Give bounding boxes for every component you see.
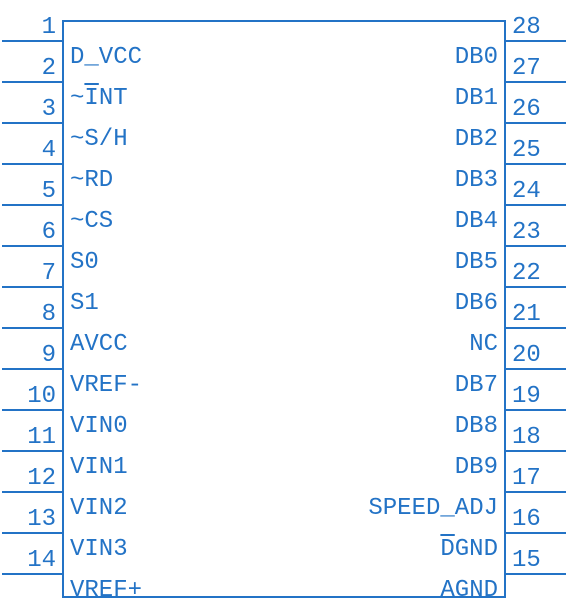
pin-label-24: DB4 <box>455 208 498 235</box>
pin-number-12: 12 <box>0 465 56 492</box>
pin-number-11: 11 <box>0 424 56 451</box>
chip-diagram: 1 D_VCC 2 ~INT 3 ~S/H 4 ~RD 5 ~CS 6 S0 7 S1 8 AVCC 9 VREF… <box>0 0 568 612</box>
pin-label-28: DB0 <box>455 44 498 71</box>
pin-number-15: 15 <box>512 547 568 574</box>
pin-label-20: DB7 <box>455 372 498 399</box>
pin-number-28: 28 <box>512 14 568 41</box>
pin-number-17: 17 <box>512 465 568 492</box>
pin-number-14: 14 <box>0 547 56 574</box>
pin-label-4: ~RD <box>70 167 113 194</box>
pin-number-24: 24 <box>512 178 568 205</box>
pin-label-1: D_VCC <box>70 44 142 71</box>
pin-number-7: 7 <box>0 260 56 287</box>
pin-label-18: DB9 <box>455 454 498 481</box>
pin-label-14: VREF+ <box>70 577 142 604</box>
pin-number-26: 26 <box>512 96 568 123</box>
pin-number-6: 6 <box>0 219 56 246</box>
pin-label-26: DB2 <box>455 126 498 153</box>
pin-number-22: 22 <box>512 260 568 287</box>
pin-number-9: 9 <box>0 342 56 369</box>
pin-label-21: NC <box>469 331 498 358</box>
pin-label-7: S1 <box>70 290 99 317</box>
pin-number-16: 16 <box>512 506 568 533</box>
pin-label-11: VIN1 <box>70 454 128 481</box>
pin-number-5: 5 <box>0 178 56 205</box>
pin-number-20: 20 <box>512 342 568 369</box>
pin-label-2: ~INT <box>70 85 128 112</box>
pin-label-5: ~CS <box>70 208 113 235</box>
pin-number-19: 19 <box>512 383 568 410</box>
pin-label-8: AVCC <box>70 331 128 358</box>
pin-number-21: 21 <box>512 301 568 328</box>
pin-label-10: VIN0 <box>70 413 128 440</box>
pin-label-3: ~S/H <box>70 126 128 153</box>
pin-label-12: VIN2 <box>70 495 128 522</box>
pin-number-23: 23 <box>512 219 568 246</box>
pin-label-22: DB6 <box>455 290 498 317</box>
pin-number-13: 13 <box>0 506 56 533</box>
pin-label-17: SPEED_ADJ <box>368 495 498 522</box>
pin-label-16: DGND <box>440 536 498 563</box>
pin-label-19: DB8 <box>455 413 498 440</box>
pin-label-25: DB3 <box>455 167 498 194</box>
pin-number-10: 10 <box>0 383 56 410</box>
pin-number-18: 18 <box>512 424 568 451</box>
pin-label-9: VREF- <box>70 372 142 399</box>
pin-number-1: 1 <box>0 14 56 41</box>
pin-label-13: VIN3 <box>70 536 128 563</box>
pin-number-4: 4 <box>0 137 56 164</box>
pin-label-6: S0 <box>70 249 99 276</box>
pin-number-3: 3 <box>0 96 56 123</box>
pin-number-2: 2 <box>0 55 56 82</box>
pin-number-27: 27 <box>512 55 568 82</box>
pin-label-15: AGND <box>440 577 498 604</box>
pin-label-27: DB1 <box>455 85 498 112</box>
pin-number-25: 25 <box>512 137 568 164</box>
pin-label-23: DB5 <box>455 249 498 276</box>
pin-number-8: 8 <box>0 301 56 328</box>
